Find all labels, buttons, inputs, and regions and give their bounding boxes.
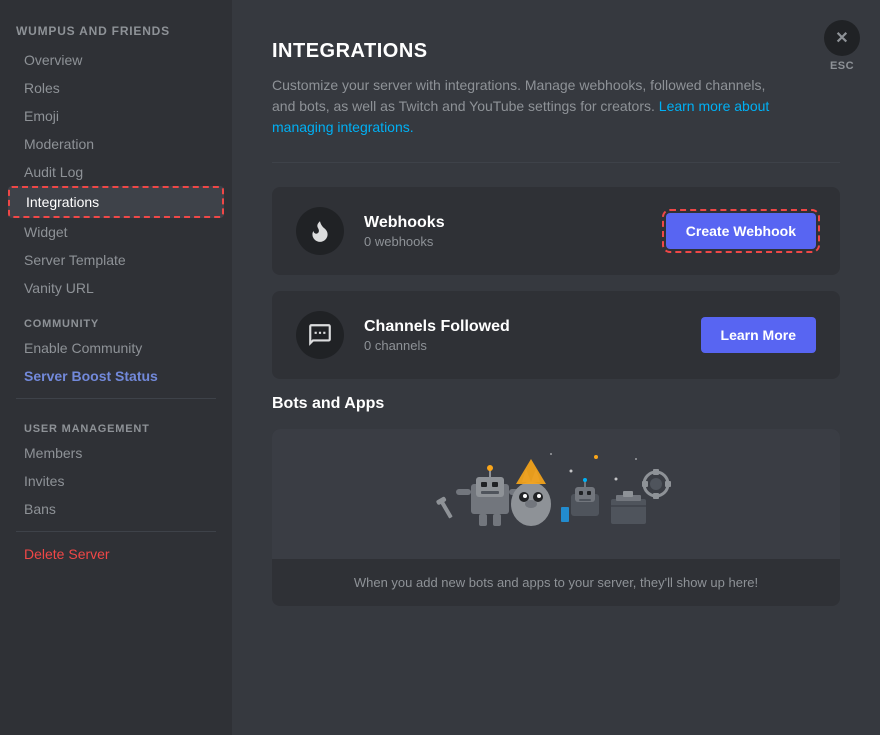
sidebar-item-emoji[interactable]: Emoji xyxy=(8,102,224,130)
sidebar-item-integrations[interactable]: Integrations xyxy=(8,186,224,218)
sidebar-item-audit-log[interactable]: Audit Log xyxy=(8,158,224,186)
sidebar-item-label: Server Template xyxy=(24,252,126,268)
channels-title: Channels Followed xyxy=(364,318,701,336)
sidebar-item-label: Invites xyxy=(24,473,64,489)
sidebar-item-label: Roles xyxy=(24,80,60,96)
sidebar-item-label: Integrations xyxy=(26,194,99,210)
sidebar-item-roles[interactable]: Roles xyxy=(8,74,224,102)
sidebar-divider xyxy=(16,398,216,399)
sidebar-item-server-template[interactable]: Server Template xyxy=(8,246,224,274)
sidebar-item-label: Server Boost Status xyxy=(24,368,158,384)
webhook-icon xyxy=(307,218,333,244)
webhook-icon-container xyxy=(296,207,344,255)
sidebar-item-label: Widget xyxy=(24,224,68,240)
sidebar-item-bans[interactable]: Bans xyxy=(8,495,224,523)
sidebar-item-invites[interactable]: Invites xyxy=(8,467,224,495)
sidebar-divider-2 xyxy=(16,531,216,532)
bots-scene-svg xyxy=(416,439,696,549)
bots-empty-text: When you add new bots and apps to your s… xyxy=(272,559,840,606)
sidebar-item-vanity-url[interactable]: Vanity URL xyxy=(8,274,224,302)
sidebar-item-delete-server[interactable]: Delete Server xyxy=(8,540,224,568)
bots-card: When you add new bots and apps to your s… xyxy=(272,429,840,606)
webhooks-info: Webhooks 0 webhooks xyxy=(364,214,666,249)
section-divider xyxy=(272,162,840,163)
sidebar-item-label: Moderation xyxy=(24,136,94,152)
server-name: WUMPUS AND FRIENDS xyxy=(0,16,232,42)
webhooks-title: Webhooks xyxy=(364,214,666,232)
channels-icon xyxy=(307,322,333,348)
sidebar-item-label: Members xyxy=(24,445,82,461)
close-button[interactable]: ✕ xyxy=(824,20,860,56)
sidebar-item-label: Emoji xyxy=(24,108,59,124)
channels-info: Channels Followed 0 channels xyxy=(364,318,701,353)
close-icon: ✕ xyxy=(835,28,848,48)
sidebar: WUMPUS AND FRIENDS Overview Roles Emoji … xyxy=(0,0,232,735)
sidebar-item-overview[interactable]: Overview xyxy=(8,46,224,74)
sidebar-item-label: Delete Server xyxy=(24,546,110,562)
user-management-section-label: USER MANAGEMENT xyxy=(0,407,232,439)
sidebar-item-label: Enable Community xyxy=(24,340,142,356)
sidebar-item-label: Overview xyxy=(24,52,82,68)
webhooks-card: Webhooks 0 webhooks Create Webhook xyxy=(272,187,840,275)
sidebar-item-widget[interactable]: Widget xyxy=(8,218,224,246)
channels-followed-card: Channels Followed 0 channels Learn More xyxy=(272,291,840,379)
create-webhook-button[interactable]: Create Webhook xyxy=(666,213,816,249)
sidebar-item-label: Bans xyxy=(24,501,56,517)
community-section-label: COMMUNITY xyxy=(0,302,232,334)
page-description: Customize your server with integrations.… xyxy=(272,75,772,138)
sidebar-item-server-boost[interactable]: Server Boost Status xyxy=(8,362,224,390)
learn-more-button[interactable]: Learn More xyxy=(701,317,816,353)
sidebar-item-label: Audit Log xyxy=(24,164,83,180)
sidebar-item-moderation[interactable]: Moderation xyxy=(8,130,224,158)
esc-button-container: ✕ ESC xyxy=(824,20,860,72)
sidebar-item-members[interactable]: Members xyxy=(8,439,224,467)
esc-label: ESC xyxy=(830,60,854,72)
bots-title: Bots and Apps xyxy=(272,395,840,413)
channels-count: 0 channels xyxy=(364,338,701,353)
bots-illustration xyxy=(272,429,840,559)
sidebar-item-enable-community[interactable]: Enable Community xyxy=(8,334,224,362)
page-title: INTEGRATIONS xyxy=(272,40,840,63)
main-content: ✕ ESC INTEGRATIONS Customize your server… xyxy=(232,0,880,735)
webhooks-count: 0 webhooks xyxy=(364,234,666,249)
channels-icon-container xyxy=(296,311,344,359)
sidebar-item-label: Vanity URL xyxy=(24,280,94,296)
